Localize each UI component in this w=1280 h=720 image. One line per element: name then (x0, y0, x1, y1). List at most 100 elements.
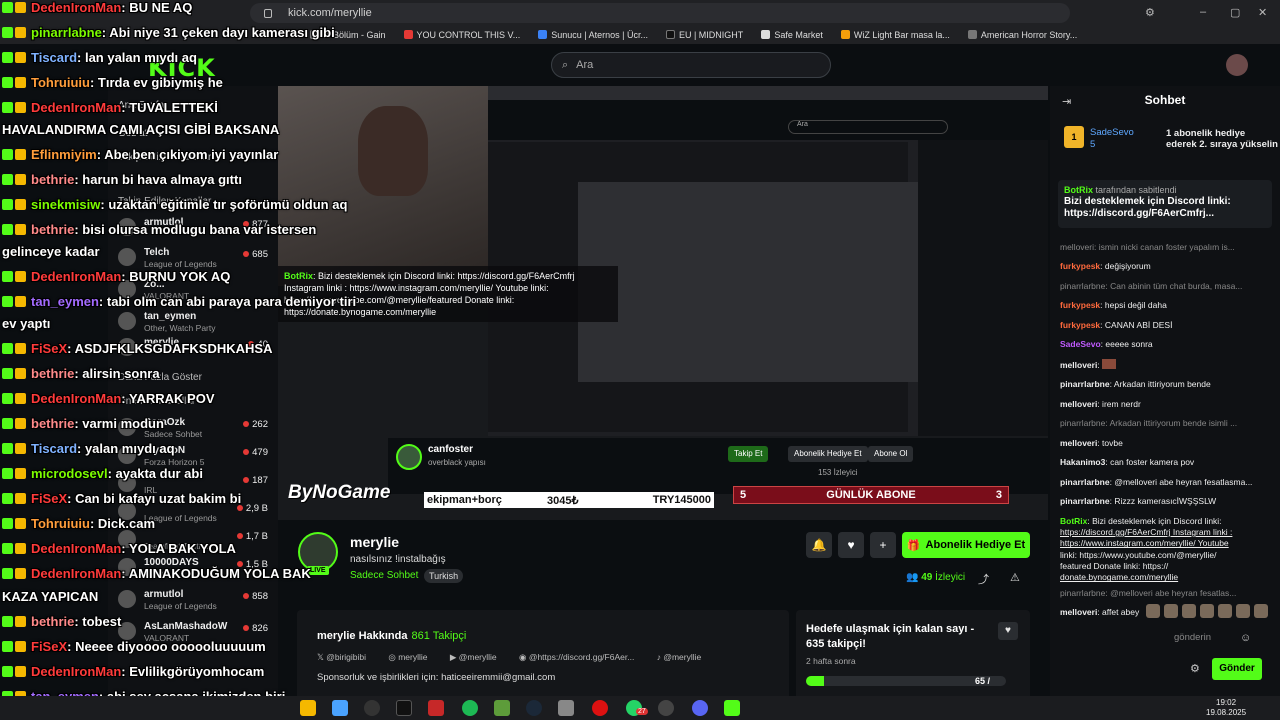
chat-message: pinarrlarbne: Can abinin tüm chat burda,… (1060, 280, 1243, 291)
recommended-channel[interactable]: BoraOzk Sadece Sohbet 262 (118, 416, 278, 444)
nested-video (578, 182, 918, 382)
channel-category: PUBG (144, 569, 169, 579)
lock-icon (264, 8, 272, 18)
avatar (118, 590, 136, 608)
spotify-icon[interactable] (462, 700, 478, 716)
avatar (396, 444, 422, 470)
close-icon[interactable]: ✕ (1258, 6, 1267, 19)
minecraft-icon[interactable] (494, 700, 510, 716)
followed-channel[interactable]: tan_eymen Other, Watch Party (118, 310, 278, 338)
x-link[interactable]: 𝕏 @birigibibi (317, 652, 376, 662)
gift-sub-button: Abonelik Hediye Et (788, 446, 868, 462)
emote (1102, 358, 1117, 369)
pinned-message[interactable]: BotRix tarafından sabitlendi Bizi destek… (1058, 180, 1272, 228)
viewer-count: 👥 49 İzleyici (906, 572, 966, 583)
recommended-channel[interactable]: League of Legends 2,9 B (118, 500, 278, 528)
maximize-icon[interactable]: ▢ (1230, 6, 1240, 19)
bookmark-item[interactable]: WiZ Light Bar masa la... (840, 30, 950, 40)
sidebar-item-home[interactable]: Ana Sayfa (118, 100, 164, 111)
chat-message: melloveri: irem nerdr (1060, 398, 1141, 409)
channel-name: merylie (144, 337, 180, 348)
followed-channel[interactable]: armutlol 877 (118, 216, 278, 244)
channel-name[interactable]: merylie (350, 534, 399, 550)
followed-channel[interactable]: Zo... VALORANT (118, 278, 278, 306)
youtube-link[interactable]: ▶ @meryllie (450, 652, 507, 662)
badge-icon (15, 518, 26, 529)
bookmark-item[interactable]: YOU CONTROL THIS V... (403, 30, 520, 40)
bookmark-item[interactable]: American Horror Story... (967, 30, 1077, 40)
chat-settings-icon[interactable]: ⚙ (1190, 662, 1200, 675)
bookmark-item[interactable]: 3. Bölüm - Gain (310, 30, 386, 40)
app-icon[interactable] (396, 700, 412, 716)
bookmark-item[interactable]: EU | MIDNIGHT (665, 30, 743, 40)
channel-name: ElySooN (144, 445, 186, 456)
badge-icon (2, 418, 13, 429)
recommended-channel[interactable]: 10000DAYS PUBG 1,5 B (118, 556, 278, 584)
search-input[interactable]: ⌕ Ara (551, 52, 831, 78)
chat-message: pinarrlarbne: Arkadan ittiriyorum bende (1060, 379, 1211, 390)
chat-message: furkypesk: hepsi değil daha (1060, 300, 1167, 311)
gift-subscription-button[interactable]: 🎁 Abonelik Hediye Et (902, 532, 1030, 558)
app-icon[interactable] (558, 700, 574, 716)
recommended-channel[interactable]: ElySooN Forza Horizon 5 479 (118, 444, 278, 472)
followed-channel[interactable]: merylie 40 (118, 336, 278, 364)
store-icon[interactable] (332, 700, 348, 716)
bookmark-item[interactable]: Sunucu | Aternos | Ücr... (538, 30, 648, 40)
heart-icon[interactable]: ♥ (998, 622, 1018, 640)
instagram-link[interactable]: ◎ meryllie (388, 652, 437, 662)
nested-browser-bar (488, 86, 1048, 100)
app-icon[interactable] (428, 700, 444, 716)
stream-title: nasılsınız !instalbağış (350, 554, 446, 565)
chat-title: Sohbet (1144, 93, 1186, 107)
bookmark-item[interactable]: Safe Market (761, 30, 823, 40)
minimize-icon[interactable]: – (1200, 6, 1206, 18)
emote-bar[interactable] (1146, 604, 1268, 618)
report-icon[interactable]: ⚠ (1010, 571, 1020, 584)
recommended-channel[interactable]: AsLanMashadoW VALORANT 826 (118, 620, 278, 648)
viewer-count: 40 (248, 339, 268, 350)
recommended-channel[interactable]: armutlol League of Legends 858 (118, 588, 278, 616)
sidebar-item-browse[interactable]: Göz at (118, 128, 147, 139)
badge-icon (2, 543, 13, 554)
app-icon[interactable] (658, 700, 674, 716)
steam-icon[interactable] (526, 700, 542, 716)
discord-icon[interactable] (692, 700, 708, 716)
channel-category: VALORANT (144, 291, 190, 301)
kick-logo[interactable]: KICK (148, 54, 216, 82)
kick-icon[interactable] (724, 700, 740, 716)
recommended-channel[interactable]: Teamfight Tactics 1,7 B (118, 528, 278, 556)
badge-icon (2, 149, 13, 160)
chat-message: pinarrlarbne: Arkadan ittiriyorum bende … (1060, 418, 1238, 429)
badge-icon (2, 368, 13, 379)
stream-category[interactable]: Sadece Sohbet (350, 570, 418, 581)
emoji-icon[interactable]: ☺ (1240, 632, 1251, 644)
video-player[interactable]: Ara BotRix: Bizi desteklemek için Discor… (278, 86, 1048, 520)
file-explorer-icon[interactable] (300, 700, 316, 716)
sidebar-item-following[interactable]: Takip Edilen Kanallar (118, 152, 211, 163)
system-clock[interactable]: 19:02 19.08.2025 (1206, 698, 1246, 718)
opera-icon[interactable] (592, 700, 608, 716)
channel-name: tan_eymen (144, 311, 197, 322)
badge-icon (2, 102, 13, 113)
chat-message: melloveri: tovbe (1060, 437, 1123, 448)
send-button[interactable]: Gönder (1212, 658, 1262, 680)
show-more-link[interactable]: Daha Fazla Göster (118, 372, 202, 383)
subscribe-button: Abone Ol (868, 446, 914, 462)
badge-icon (15, 666, 26, 677)
user-avatar[interactable] (1226, 54, 1248, 76)
address-bar[interactable]: kick.com/meryllie (250, 3, 1070, 23)
language-tag[interactable]: Turkish (424, 569, 464, 583)
badge-icon (2, 641, 13, 652)
tiktok-link[interactable]: ♪ @meryllie (657, 652, 712, 662)
extensions-icon[interactable]: ⚙ (1145, 6, 1155, 19)
obs-icon[interactable] (364, 700, 380, 716)
plus-icon[interactable]: + (870, 532, 896, 558)
recommended-channel[interactable]: IRL 187 (118, 472, 278, 500)
discord-link[interactable]: ◉ @https://discord.gg/F6Aer... (519, 652, 644, 662)
heart-icon[interactable]: ♥ (838, 532, 864, 558)
followed-channel[interactable]: Telch League of Legends 685 (118, 246, 278, 274)
viewer-count: 826 (243, 623, 268, 634)
notification-bell-icon[interactable]: 🔔 (806, 532, 832, 558)
badge-icon (15, 224, 26, 235)
share-icon[interactable]: ⤴ (978, 571, 989, 587)
